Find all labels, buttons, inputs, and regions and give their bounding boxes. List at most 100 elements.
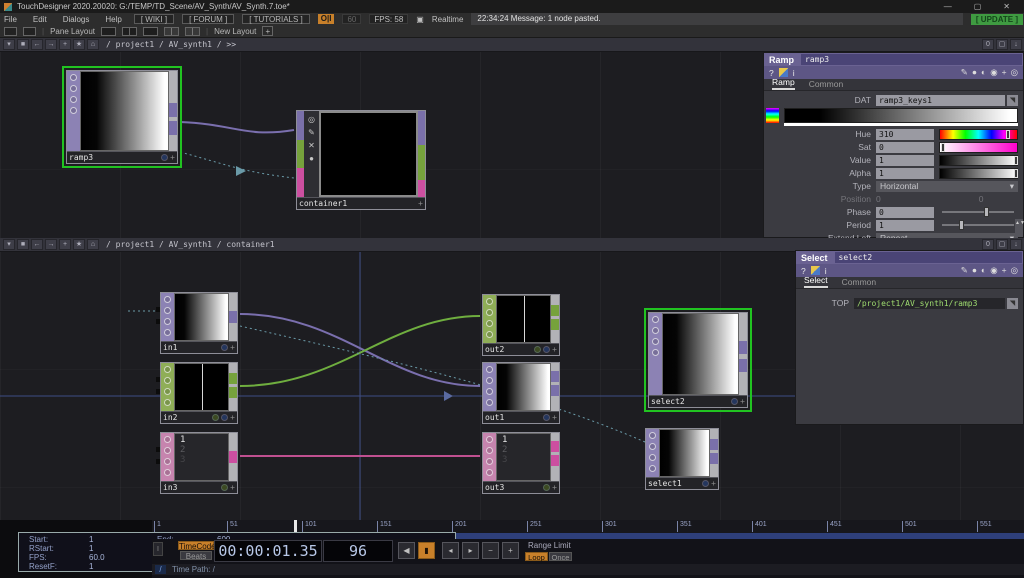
comment-icon[interactable]: ● (972, 265, 977, 276)
node-name-row[interactable]: out2 + (483, 343, 559, 355)
lock-flag-icon[interactable] (164, 399, 171, 406)
phase-slider[interactable] (942, 211, 1014, 213)
node-flags[interactable] (649, 313, 662, 395)
viewer-flag-icon[interactable] (486, 366, 493, 373)
timecode-toggle[interactable]: TimeCode (178, 541, 214, 550)
pane-stop-icon[interactable]: ■ (17, 239, 29, 250)
close-icon[interactable]: ✕ (1003, 2, 1010, 11)
fps-value[interactable]: 60.0 (89, 553, 149, 562)
clone-flag-icon[interactable] (164, 307, 171, 314)
pane-star-icon[interactable]: ★ (73, 239, 85, 250)
close-flag-icon[interactable]: ✕ (308, 141, 315, 150)
bypass-flag-icon[interactable] (164, 458, 171, 465)
node-name-row[interactable]: in2 + (161, 411, 237, 423)
expand-icon[interactable]: + (230, 414, 235, 421)
pane-back-icon[interactable]: ← (31, 39, 43, 50)
pane-corner-zero[interactable]: 0 (982, 39, 994, 50)
comment-dot-icon[interactable] (221, 414, 228, 421)
top-pane-breadcrumb[interactable]: / project1 / AV_synth1 / >> (106, 40, 236, 49)
node-output-connector[interactable] (229, 363, 237, 411)
comment-dot-icon[interactable] (221, 344, 228, 351)
bookmark-icon[interactable] (23, 27, 36, 36)
panel-header[interactable]: Ramp ramp3 (764, 53, 1023, 66)
maximize-icon[interactable]: ▢ (974, 2, 982, 11)
node-name-row[interactable]: ramp3 + (67, 151, 177, 163)
clone-flag-icon[interactable] (164, 377, 171, 384)
bypass-flag-icon[interactable] (649, 454, 656, 461)
lock-flag-icon[interactable] (70, 107, 77, 114)
node-flags[interactable] (161, 433, 174, 481)
node-preview[interactable] (659, 429, 710, 477)
layout-preset-quad[interactable] (164, 27, 179, 36)
minimize-icon[interactable]: — (944, 2, 952, 11)
node-in3[interactable]: 123 in3 + (160, 432, 238, 494)
jump-start-button[interactable]: ◀ (398, 542, 415, 559)
pane-corner-box-icon[interactable]: ▢ (996, 239, 1008, 250)
target-icon[interactable]: ◎ (1011, 265, 1018, 276)
pane-corner-drop-icon[interactable]: ↓ (1010, 39, 1022, 50)
lock-flag-icon[interactable] (164, 469, 171, 476)
clone-flag-icon[interactable] (164, 447, 171, 454)
panel-header[interactable]: Select select2 (796, 251, 1023, 264)
layout-preset-grid[interactable] (185, 27, 200, 36)
pane-forward-icon[interactable]: → (45, 239, 57, 250)
forum-button[interactable]: [ FORUM ] (182, 14, 234, 24)
update-button[interactable]: [ UPDATE ] (971, 14, 1023, 25)
bypass-flag-icon[interactable] (70, 96, 77, 103)
operator-name-field[interactable]: select2 (835, 252, 1022, 263)
comment-dot-icon[interactable] (543, 484, 550, 491)
node-preview[interactable] (662, 313, 739, 395)
period-slider[interactable] (942, 224, 1014, 226)
node-output-connector[interactable] (229, 293, 237, 341)
frame-minus-button[interactable]: − (482, 542, 499, 559)
hue-field[interactable]: 310 (876, 129, 934, 140)
node-select2[interactable]: select2 + (648, 312, 748, 408)
expand-icon[interactable]: + (552, 414, 557, 421)
beats-toggle[interactable]: Beats (180, 551, 212, 560)
start-value[interactable]: 1 (89, 535, 149, 544)
eraser-icon[interactable]: ◐ (981, 265, 986, 276)
node-output-connector[interactable] (739, 313, 747, 395)
pane-forward-icon[interactable]: → (45, 39, 57, 50)
node-output-connector[interactable] (229, 433, 237, 481)
hue-slider[interactable] (939, 129, 1018, 140)
expand-icon[interactable]: + (170, 154, 175, 161)
edit-flag-icon[interactable]: ✎ (308, 128, 315, 137)
comment-dot-icon[interactable] (543, 414, 550, 421)
pane-add-icon[interactable]: + (59, 239, 71, 250)
comment-dot-icon[interactable] (212, 414, 219, 421)
type-dropdown[interactable]: Horizontal ▾ (876, 181, 1018, 192)
node-output-connector[interactable] (169, 71, 177, 151)
clone-flag-icon[interactable] (652, 327, 659, 334)
pane-menu-icon[interactable]: ▾ (3, 39, 15, 50)
node-in1[interactable]: in1 + (160, 292, 238, 354)
pane-star-icon[interactable]: ★ (73, 39, 85, 50)
marker-button[interactable]: I (153, 542, 163, 556)
viewer-flag-icon[interactable] (164, 436, 171, 443)
step-forward-button[interactable]: ▸ (462, 542, 479, 559)
bypass-flag-icon[interactable] (486, 458, 493, 465)
viewer-flag-icon[interactable]: ◎ (308, 115, 315, 124)
viewer-flag-icon[interactable] (70, 74, 77, 81)
menu-dialogs[interactable]: Dialogs (59, 15, 94, 24)
language-icon[interactable] (779, 68, 788, 77)
sat-slider[interactable] (939, 142, 1018, 153)
expand-icon[interactable]: + (552, 484, 557, 491)
target-icon[interactable]: ◎ (1011, 67, 1018, 78)
ramp-gradient-bar[interactable] (784, 108, 1018, 123)
clone-flag-icon[interactable] (70, 85, 77, 92)
help-icon[interactable]: ? (769, 68, 774, 78)
oi-toggle[interactable]: O|I (318, 14, 335, 24)
pane-corner-zero[interactable]: 0 (982, 239, 994, 250)
value-field[interactable]: 1 (876, 155, 934, 166)
add-layout-button[interactable]: + (262, 26, 273, 36)
clone-flag-icon[interactable] (649, 443, 656, 450)
node-flags[interactable] (483, 295, 496, 343)
clone-flag-icon[interactable] (486, 309, 493, 316)
screenshot-icon[interactable] (4, 27, 17, 36)
node-flags[interactable] (161, 293, 174, 341)
node-flags[interactable] (483, 363, 496, 411)
clone-flag-icon[interactable] (486, 447, 493, 454)
layout-preset-single[interactable] (101, 27, 116, 36)
comment-dot-icon[interactable] (731, 398, 738, 405)
